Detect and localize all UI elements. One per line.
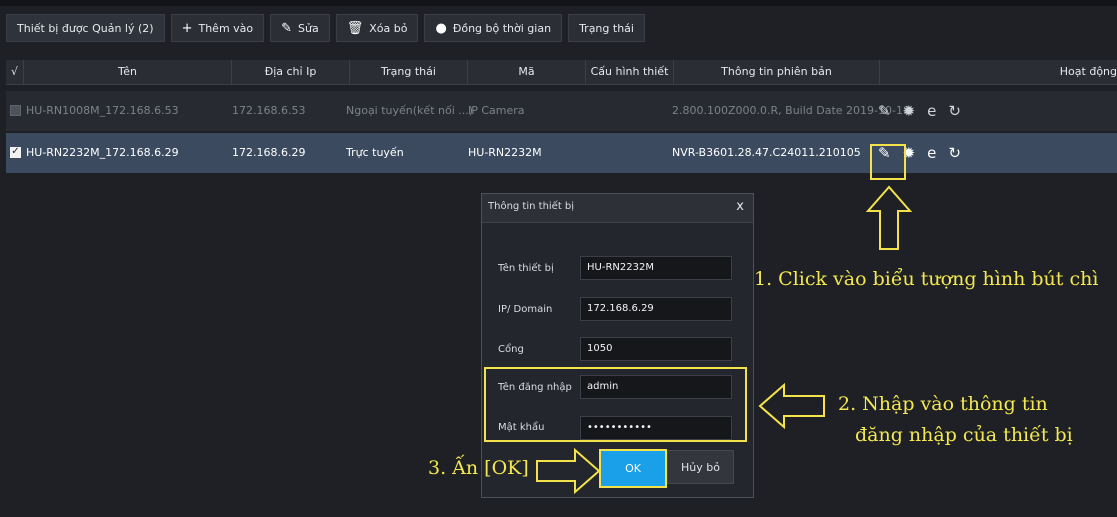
delete-button[interactable]: 🗑 Xóa bỏ bbox=[335, 14, 419, 42]
device-status: Ngoại tuyến(kết nối ...) bbox=[346, 104, 474, 117]
status-button[interactable]: Trạng thái bbox=[568, 14, 645, 42]
row-checkbox[interactable] bbox=[10, 105, 21, 116]
ok-button[interactable]: OK bbox=[599, 449, 667, 488]
left-arrow-annotation bbox=[758, 383, 825, 429]
device-ip: 172.168.6.53 bbox=[232, 104, 306, 117]
dialog-title: Thông tin thiết bị bbox=[488, 201, 575, 212]
device-version: NVR-B3601.28.47.C24011.210105 bbox=[672, 146, 861, 159]
login-highlight-box bbox=[484, 367, 747, 442]
device-model: IP Camera bbox=[468, 104, 525, 117]
right-arrow-annotation bbox=[536, 448, 601, 494]
device-name-field[interactable]: HU-RN2232M bbox=[580, 256, 732, 280]
ip-domain-field[interactable]: 172.168.6.29 bbox=[580, 297, 732, 321]
port-label: Cổng bbox=[498, 344, 524, 355]
dialog-titlebar: Thông tin thiết bị x bbox=[482, 194, 753, 223]
step3-annotation: 3. Ấn [OK] bbox=[428, 457, 529, 479]
add-button[interactable]: + Thêm vào bbox=[170, 14, 265, 42]
ie-icon[interactable]: e bbox=[927, 102, 936, 120]
ip-domain-label: IP/ Domain bbox=[498, 304, 553, 315]
col-ip[interactable]: Địa chỉ Ip bbox=[232, 60, 350, 84]
device-ip: 172.168.6.29 bbox=[232, 146, 306, 159]
trash-icon: 🗑 bbox=[346, 20, 364, 36]
cancel-button[interactable]: Hủy bỏ bbox=[667, 450, 734, 484]
device-version: 2.800.100Z000.0.R, Build Date 2019-10-18 bbox=[672, 104, 910, 117]
close-icon[interactable]: x bbox=[736, 199, 744, 214]
device-model: HU-RN2232M bbox=[468, 146, 542, 159]
edit-button[interactable]: ✎ Sửa bbox=[270, 14, 330, 42]
refresh-icon[interactable]: ↻ bbox=[948, 102, 961, 120]
col-select-all[interactable]: √ bbox=[6, 60, 24, 84]
table-header: √ Tên Địa chỉ Ip Trạng thái Mã Cấu hình … bbox=[6, 60, 1117, 102]
refresh-icon[interactable]: ↻ bbox=[948, 144, 961, 162]
device-name: HU-RN1008M_172.168.6.53 bbox=[26, 104, 179, 117]
clock-icon: ● bbox=[435, 20, 447, 36]
device-status: Trực tuyến bbox=[346, 146, 404, 159]
plus-icon: + bbox=[181, 20, 193, 36]
col-name[interactable]: Tên bbox=[24, 60, 232, 84]
managed-devices-tab[interactable]: Thiết bị được Quản lý (2) bbox=[6, 14, 165, 42]
step1-annotation: 1. Click vào biểu tượng hình bút chì bbox=[754, 268, 1099, 290]
col-status[interactable]: Trạng thái bbox=[350, 60, 468, 84]
col-config[interactable]: Cấu hình thiết bị bbox=[586, 60, 674, 102]
step2-annotation-line2: đăng nhập của thiết bị bbox=[855, 424, 1073, 446]
window-top-strip bbox=[0, 0, 1117, 6]
device-name: HU-RN2232M_172.168.6.29 bbox=[26, 146, 179, 159]
device-name-label: Tên thiết bị bbox=[498, 263, 554, 274]
step2-annotation-line1: 2. Nhập vào thông tin bbox=[838, 393, 1048, 415]
toolbar: Thiết bị được Quản lý (2) + Thêm vào ✎ Sửa… bbox=[6, 12, 1117, 44]
row-checkbox[interactable]: ✓ bbox=[10, 147, 21, 158]
row-actions: ✎ ✹ e ↻ bbox=[878, 91, 961, 131]
table-row[interactable]: ✓ HU-RN2232M_172.168.6.29 172.168.6.29 T… bbox=[6, 133, 1117, 173]
ie-icon[interactable]: e bbox=[927, 144, 936, 162]
port-field[interactable]: 1050 bbox=[580, 337, 732, 361]
col-model[interactable]: Mã bbox=[468, 60, 586, 84]
sync-time-button[interactable]: ● Đồng bộ thời gian bbox=[424, 14, 563, 42]
gear-icon[interactable]: ✹ bbox=[903, 102, 916, 120]
up-arrow-annotation bbox=[866, 185, 912, 250]
col-actions: Hoạt động bbox=[1059, 65, 1117, 78]
pencil-icon[interactable]: ✎ bbox=[878, 102, 891, 120]
pencil-icon: ✎ bbox=[281, 20, 293, 36]
table-row[interactable]: HU-RN1008M_172.168.6.53 172.168.6.53 Ngo… bbox=[6, 91, 1117, 131]
pencil-highlight-box bbox=[870, 144, 906, 180]
col-version[interactable]: Thông tin phiên bản bbox=[674, 60, 880, 84]
